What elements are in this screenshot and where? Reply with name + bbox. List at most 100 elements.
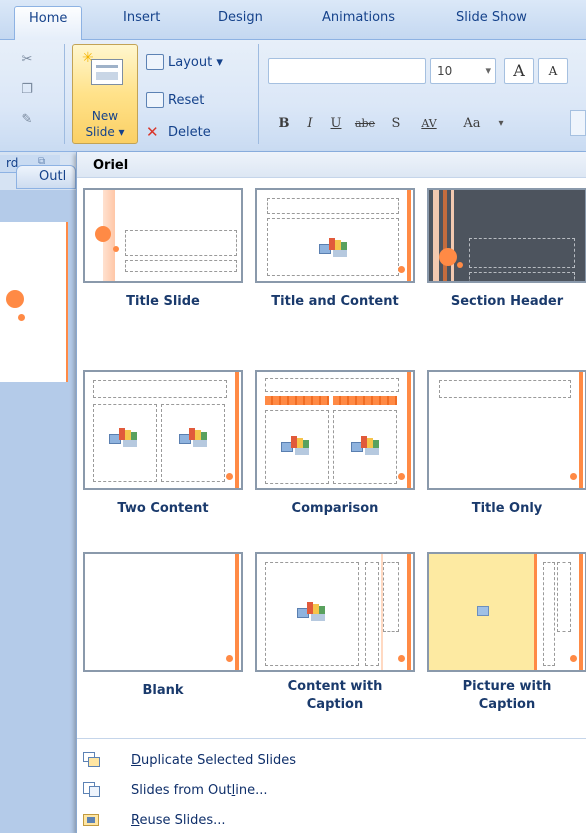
menu-slides-from-outline[interactable]: Slides from Outline...	[77, 775, 586, 805]
shrink-font-label: A	[548, 64, 558, 78]
title-placeholder	[265, 378, 399, 392]
layout-icon	[146, 54, 164, 70]
accent-bar	[579, 372, 583, 488]
delete-label: Delete	[168, 124, 211, 140]
shrink-font-button[interactable]: A	[538, 58, 568, 84]
grow-font-button[interactable]: A	[504, 58, 534, 84]
menu-duplicate-mnemonic: D	[131, 752, 142, 768]
grow-font-label: A	[513, 61, 525, 80]
tab-design-label: Design	[218, 10, 263, 25]
new-slide-icon: ✳	[82, 50, 123, 85]
layout-title-and-content[interactable]: Title and Content	[249, 178, 417, 358]
strikethrough-label: abe	[354, 116, 376, 130]
accent-stripe	[443, 190, 447, 281]
layout-section-header[interactable]: Section Header	[421, 178, 586, 358]
new-slide-label-line2: Slide ▾	[85, 125, 125, 139]
tab-home-label: Home	[29, 11, 68, 26]
tab-insert[interactable]: Insert	[123, 10, 160, 32]
layout-content-with-caption[interactable]: Content with Caption	[249, 542, 417, 722]
layout-picture-with-caption[interactable]: Picture with Caption	[421, 542, 586, 722]
layout-blank[interactable]: Blank	[77, 542, 245, 722]
layout-comparison[interactable]: Comparison	[249, 360, 417, 540]
tab-home[interactable]: Home	[14, 6, 83, 41]
reset-label: Reset	[168, 92, 205, 108]
delete-button[interactable]: ✕ Delete	[146, 122, 211, 142]
format-painter-icon[interactable]: ✎	[18, 112, 36, 128]
content-icons	[109, 428, 137, 448]
font-size-value: 10	[437, 64, 453, 78]
layout-label: Comparison	[291, 501, 379, 516]
accent-bar	[235, 554, 239, 670]
layout-thumbnail	[427, 188, 586, 283]
layout-label: Blank	[142, 683, 184, 698]
layout-button[interactable]: Layout ▾	[146, 52, 223, 72]
layout-label-wrap: Content with Caption	[249, 678, 421, 714]
clear-formatting-icon[interactable]	[570, 110, 586, 136]
change-case-arrow-icon[interactable]: ▾	[494, 110, 508, 136]
tab-animations-label: Animations	[322, 10, 396, 25]
content-icons	[351, 436, 379, 456]
accent-circle	[95, 226, 111, 242]
group-separator	[258, 44, 259, 144]
content-icons	[281, 436, 309, 456]
layout-label: Content with Caption	[287, 679, 383, 712]
bold-label: B	[278, 115, 290, 131]
strikethrough-button[interactable]: abe	[350, 110, 380, 136]
accent-circle	[113, 246, 119, 252]
layout-label-wrap: Picture with Caption	[421, 678, 586, 714]
layout-thumbnail	[427, 552, 586, 672]
layout-two-content[interactable]: Two Content	[77, 360, 245, 540]
menu-duplicate-selected-slides[interactable]: Duplicate Selected Slides	[77, 745, 586, 775]
underline-button[interactable]: U	[324, 110, 348, 136]
heading-bar-right	[333, 396, 397, 405]
change-case-label: Aa	[463, 115, 481, 131]
slides-from-outline-icon	[83, 782, 101, 798]
tab-slide-show[interactable]: Slide Show	[456, 10, 527, 32]
font-size-arrow-icon: ▾	[485, 64, 491, 77]
bold-button[interactable]: B	[272, 110, 296, 136]
menu-outline-text-pre: Slides from Out	[131, 782, 232, 798]
accent-bar	[407, 554, 411, 670]
reuse-slides-icon	[83, 812, 101, 828]
layout-title-only[interactable]: Title Only	[421, 360, 586, 540]
copy-icon[interactable]: ❐	[18, 82, 36, 98]
title-placeholder	[439, 380, 571, 398]
accent-dot	[570, 473, 577, 480]
shadow-button[interactable]: S	[384, 110, 408, 136]
duplicate-slides-icon	[83, 752, 101, 768]
accent-dot	[226, 473, 233, 480]
layout-label: Title Only	[471, 501, 543, 516]
gallery-theme-header: Oriel	[77, 152, 586, 178]
accent-dot	[398, 266, 405, 273]
menu-duplicate-text: uplicate Selected Slides	[141, 752, 297, 768]
accent-bar	[579, 554, 583, 670]
menu-duplicate-label: Duplicate Selected Slides	[131, 753, 296, 768]
tab-outline-label: Outl	[39, 169, 67, 184]
tab-design[interactable]: Design	[218, 10, 263, 32]
layout-label: Section Header	[450, 294, 564, 309]
tab-outline[interactable]: Outl	[16, 165, 76, 189]
layout-thumbnail	[255, 370, 415, 490]
layout-title-slide[interactable]: Title Slide	[77, 178, 245, 358]
font-size-combo[interactable]: 10 ▾	[430, 58, 496, 84]
menu-outline-label: Slides from Outline...	[131, 783, 267, 798]
slide-thumbnail[interactable]	[0, 222, 68, 382]
font-name-combo[interactable]	[268, 58, 426, 84]
accent-bar	[407, 190, 411, 281]
picture-icon	[477, 606, 489, 616]
tab-animations[interactable]: Animations	[322, 10, 395, 32]
ribbon-tab-bar: Home Insert Design Animations Slide Show	[0, 0, 586, 41]
cut-icon[interactable]: ✂	[18, 52, 36, 68]
layout-grid: Title Slide Title and Content Section He…	[77, 178, 586, 738]
tab-insert-label: Insert	[123, 10, 161, 25]
italic-button[interactable]: I	[298, 110, 322, 136]
accent-dot	[398, 655, 405, 662]
heading-bar-left	[265, 396, 329, 405]
change-case-button[interactable]: Aa	[454, 110, 490, 136]
menu-reuse-slides[interactable]: Reuse Slides...	[77, 805, 586, 833]
layout-label: Picture with Caption	[462, 679, 552, 712]
layout-thumbnail	[427, 370, 586, 490]
character-spacing-button[interactable]: AV	[412, 110, 446, 136]
reset-button[interactable]: Reset	[146, 90, 204, 110]
new-slide-label-line1: New	[91, 109, 119, 123]
